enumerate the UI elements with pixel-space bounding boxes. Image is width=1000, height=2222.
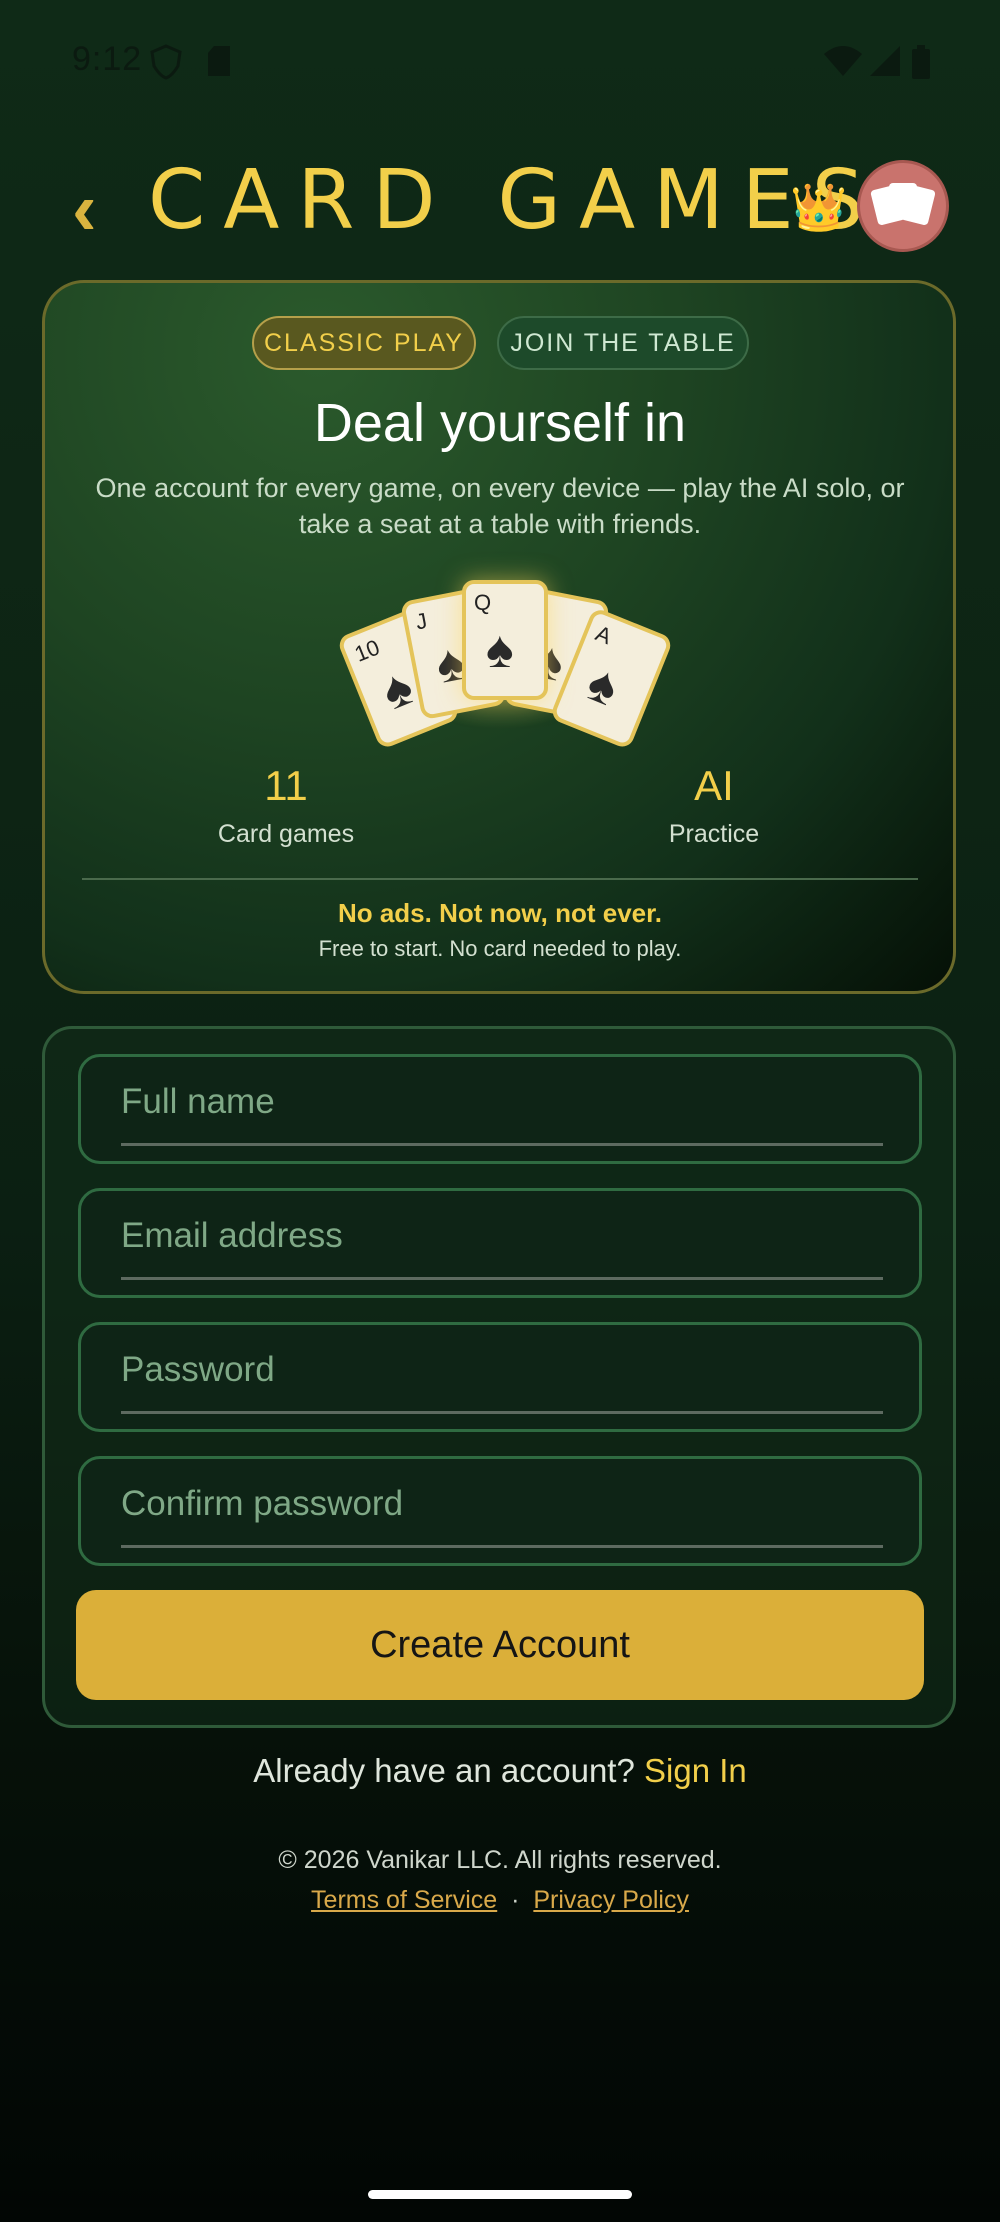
- free-note: Free to start. No card needed to play.: [318, 936, 682, 961]
- stat-ai-label: Practice: [668, 820, 760, 848]
- field-underline: [121, 1545, 883, 1548]
- stat-ai-value: AI: [694, 762, 734, 809]
- full-name-field: [78, 1054, 922, 1164]
- card-rank: Q: [474, 590, 492, 615]
- field-underline: [121, 1277, 883, 1280]
- card-rank: A: [592, 620, 616, 650]
- sd-card-icon: [208, 46, 230, 76]
- page-title: CARD GAMES: [148, 153, 882, 248]
- privacy-link[interactable]: Privacy Policy: [533, 1886, 689, 1914]
- sign-in-link[interactable]: Sign In: [644, 1752, 747, 1789]
- password-field: [78, 1322, 922, 1432]
- playing-card-featured: Q ♠: [462, 580, 548, 700]
- home-indicator[interactable]: [368, 2190, 632, 2199]
- terms-link[interactable]: Terms of Service: [311, 1886, 497, 1914]
- signin-row: Already have an account? Sign In: [0, 1752, 1000, 1790]
- avatar[interactable]: [857, 160, 949, 252]
- confirm-password-field: [78, 1456, 922, 1566]
- confirm-password-input[interactable]: [121, 1477, 881, 1531]
- shield-status-icon: [150, 44, 182, 80]
- status-bar: 9:12: [0, 0, 1000, 120]
- signal-icon: [870, 46, 900, 76]
- card-rank: J: [413, 607, 430, 635]
- spade-icon: ♠: [579, 653, 627, 718]
- no-ads-message: No ads. Not now, not ever.: [337, 898, 663, 928]
- card-fan-illustration: 10 ♠ J ♠ K ♠ A ♠ Q ♠: [336, 570, 674, 751]
- legal-links: Terms of Service · Privacy Policy: [0, 1886, 1000, 1915]
- wifi-icon: [824, 46, 862, 76]
- battery-icon: [912, 45, 930, 79]
- hero-subtitle: One account for every game, on every dev…: [95, 473, 905, 539]
- divider: [82, 878, 918, 880]
- spade-icon: ♠: [486, 621, 514, 679]
- password-input[interactable]: [121, 1343, 881, 1397]
- create-account-button[interactable]: Create Account: [76, 1590, 924, 1700]
- stat-games-label: Card games: [217, 820, 355, 848]
- legal-separator: ·: [511, 1886, 520, 1914]
- copyright: © 2026 Vanikar LLC. All rights reserved.: [278, 1846, 722, 1874]
- back-chevron-icon[interactable]: ‹: [72, 172, 97, 246]
- crown-icon: 👑: [790, 181, 848, 233]
- field-underline: [121, 1411, 883, 1414]
- stat-games-value: 11: [264, 762, 308, 809]
- hero-title: Deal yourself in: [313, 393, 687, 453]
- email-input[interactable]: [121, 1209, 881, 1263]
- card-rank: 10: [351, 634, 384, 667]
- email-field: [78, 1188, 922, 1298]
- field-underline: [121, 1143, 883, 1146]
- full-name-input[interactable]: [121, 1075, 881, 1129]
- tab-join-the-table[interactable]: JOIN THE TABLE: [497, 316, 749, 370]
- signin-prompt: Already have an account?: [253, 1752, 635, 1789]
- status-time: 9:12: [72, 40, 143, 78]
- tab-classic-play[interactable]: CLASSIC PLAY: [252, 316, 476, 370]
